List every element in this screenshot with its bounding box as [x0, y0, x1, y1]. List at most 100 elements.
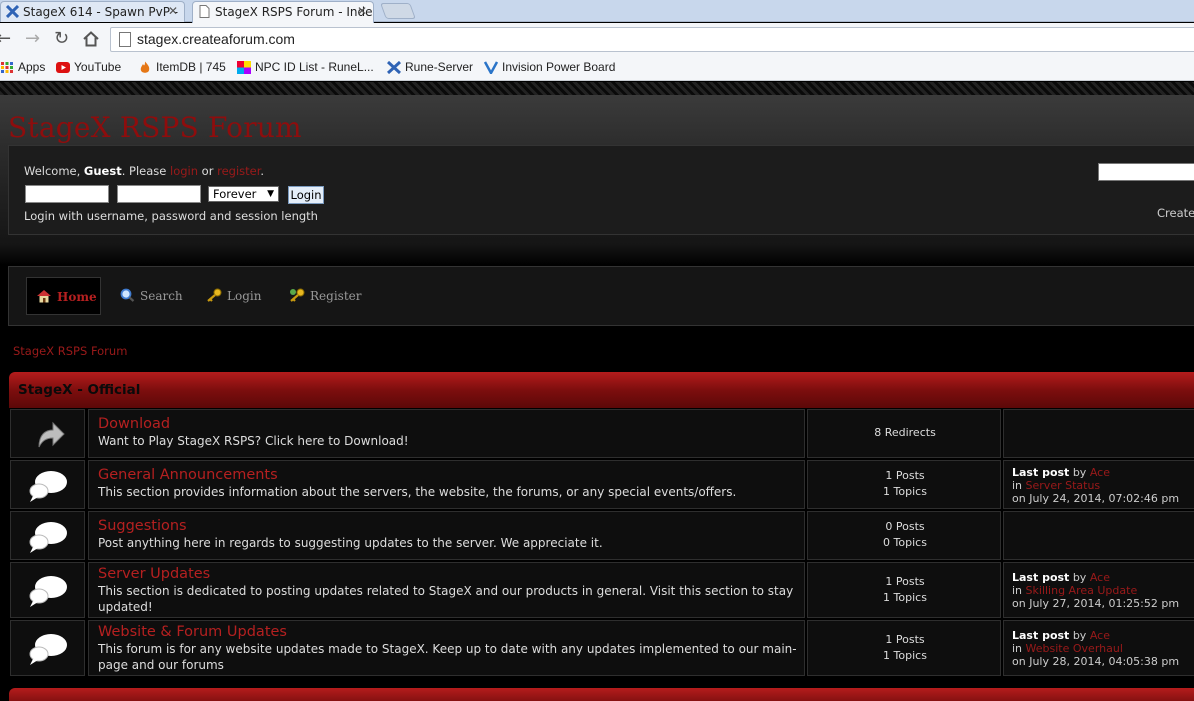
board-link[interactable]: General Announcements: [98, 467, 278, 483]
menu-label: Login: [227, 289, 262, 303]
browser-tab-stagex-614[interactable]: StageX 614 - Spawn PvP - ✕: [0, 1, 185, 22]
browser-tab-strip: StageX 614 - Spawn PvP - ✕ StageX RSPS F…: [0, 0, 1194, 23]
bookmarks-bar: Apps YouTube ItemDB | 745 NPC ID List - …: [0, 57, 1194, 81]
new-tab-button[interactable]: [380, 3, 416, 19]
home-icon[interactable]: [83, 31, 99, 47]
board-info-cell: Website & Forum Updates This forum is fo…: [88, 620, 805, 676]
board-lastpost-cell: [1003, 511, 1194, 560]
tab-title: StageX 614 - Spawn PvP -: [23, 5, 179, 19]
bookmark-itemdb[interactable]: ItemDB | 745: [138, 60, 226, 74]
board-lastpost-cell: Last post by Ace in Skilling Area Update…: [1003, 562, 1194, 618]
create-link[interactable]: Create: [1157, 206, 1194, 220]
board-link[interactable]: Download: [98, 416, 170, 432]
board-row: Server Updates This section is dedicated…: [9, 562, 1194, 618]
bookmark-invision[interactable]: Invision Power Board: [484, 60, 615, 74]
bookmark-label: NPC ID List - RuneL...: [255, 60, 374, 74]
back-arrow-icon[interactable]: ←: [0, 29, 11, 49]
board-info-cell: Server Updates This section is dedicated…: [88, 562, 805, 618]
board-row: General Announcements This section provi…: [9, 460, 1194, 509]
board-row: Website & Forum Updates This forum is fo…: [9, 620, 1194, 676]
username-input[interactable]: [25, 185, 109, 203]
board-lastpost-cell: Last post by Ace in Server Status on Jul…: [1003, 460, 1194, 509]
menu-login[interactable]: Login: [206, 277, 272, 315]
board-topics: 0 Topics: [883, 536, 927, 549]
x-icon: [387, 61, 401, 74]
main-menu: Home Search Login Register: [8, 266, 1194, 326]
search-icon: [120, 288, 135, 302]
menu-home[interactable]: Home: [26, 277, 101, 315]
bookmark-npc-id-list[interactable]: NPC ID List - RuneL...: [237, 60, 374, 74]
board-row: Download Want to Play StageX RSPS? Click…: [9, 409, 1194, 458]
board-stats-cell: 8 Redirects: [807, 409, 1001, 458]
board-stats-cell: 1 Posts 1 Topics: [807, 460, 1001, 509]
speech-bubble-icon: [29, 522, 67, 553]
bookmark-apps[interactable]: Apps: [0, 60, 45, 74]
register-link[interactable]: register: [217, 164, 260, 178]
address-bar[interactable]: stagex.createaforum.com: [110, 27, 1194, 52]
speech-bubble-icon: [29, 576, 67, 607]
menu-label: Register: [310, 289, 362, 303]
board-posts: 1 Posts: [885, 469, 925, 482]
board-topics: 1 Topics: [883, 485, 927, 498]
board-lastpost-cell: Last post by Ace in Website Overhaul on …: [1003, 620, 1194, 676]
board-description: Want to Play StageX RSPS? Click here to …: [98, 434, 409, 448]
session-length-select[interactable]: Forever ▼: [208, 186, 279, 202]
youtube-icon: [56, 62, 70, 73]
welcome-text: Welcome, Guest. Please login or register…: [24, 164, 265, 178]
bookmark-label: Apps: [18, 60, 46, 74]
menu-search[interactable]: Search: [119, 277, 191, 315]
dropdown-arrow-icon: ▼: [267, 189, 274, 199]
board-description: This section provides information about …: [98, 485, 737, 499]
board-icon-cell: [10, 511, 85, 560]
board-description: Post anything here in regards to suggest…: [98, 536, 603, 550]
login-button[interactable]: Login: [288, 186, 324, 204]
tab-title: StageX RSPS Forum - Inde: [215, 5, 373, 19]
board-topics: 1 Topics: [883, 649, 927, 662]
board-stats-cell: 1 Posts 1 Topics: [807, 562, 1001, 618]
next-category-header[interactable]: [9, 688, 1194, 701]
browser-tab-forum[interactable]: StageX RSPS Forum - Inde ✕: [192, 1, 374, 23]
board-link[interactable]: Website & Forum Updates: [98, 624, 287, 640]
menu-register[interactable]: Register: [289, 277, 369, 315]
category-title: StageX - Official: [18, 382, 141, 398]
board-icon-cell: [10, 620, 85, 676]
user-link[interactable]: Ace: [1090, 466, 1110, 479]
board-description: This forum is for any website updates ma…: [98, 642, 797, 672]
close-icon[interactable]: ✕: [168, 4, 178, 18]
topic-link[interactable]: Website Overhaul: [1026, 642, 1123, 655]
board-icon-cell: [10, 562, 85, 618]
bookmark-youtube[interactable]: YouTube: [56, 60, 121, 74]
board-link[interactable]: Suggestions: [98, 518, 187, 534]
forum-title: StageX RSPS Forum: [8, 111, 302, 144]
page-icon: [199, 5, 210, 18]
redirect-arrow-icon: [38, 421, 65, 448]
password-input[interactable]: [117, 185, 201, 203]
reload-icon[interactable]: ↻: [54, 29, 69, 49]
search-input[interactable]: [1098, 163, 1194, 181]
login-link[interactable]: login: [170, 164, 198, 178]
board-icon-cell: [10, 409, 85, 458]
user-link[interactable]: Ace: [1090, 571, 1110, 584]
user-link[interactable]: Ace: [1090, 629, 1110, 642]
board-posts: 0 Posts: [885, 520, 925, 533]
board-row: Suggestions Post anything here in regard…: [9, 511, 1194, 560]
close-icon[interactable]: ✕: [357, 4, 367, 18]
key-icon: [207, 288, 222, 302]
forward-arrow-icon[interactable]: →: [25, 29, 40, 49]
url-text: stagex.createaforum.com: [137, 31, 295, 47]
topic-link[interactable]: Skilling Area Update: [1026, 584, 1138, 597]
board-info-cell: Suggestions Post anything here in regard…: [88, 511, 805, 560]
board-icon-cell: [10, 460, 85, 509]
board-topics: 1 Topics: [883, 591, 927, 604]
breadcrumb[interactable]: StageX RSPS Forum: [13, 344, 127, 358]
speech-bubble-icon: [29, 634, 67, 665]
bookmark-rune-server[interactable]: Rune-Server: [387, 60, 473, 74]
header-pattern-strip: [0, 82, 1194, 95]
fire-icon: [140, 61, 150, 73]
ipb-icon: [484, 61, 498, 74]
category-header[interactable]: StageX - Official: [9, 372, 1194, 408]
post-date: on July 24, 2014, 07:02:46 pm: [1012, 492, 1180, 505]
apps-grid-icon: [1, 62, 13, 73]
topic-link[interactable]: Server Status: [1026, 479, 1101, 492]
board-link[interactable]: Server Updates: [98, 566, 210, 582]
